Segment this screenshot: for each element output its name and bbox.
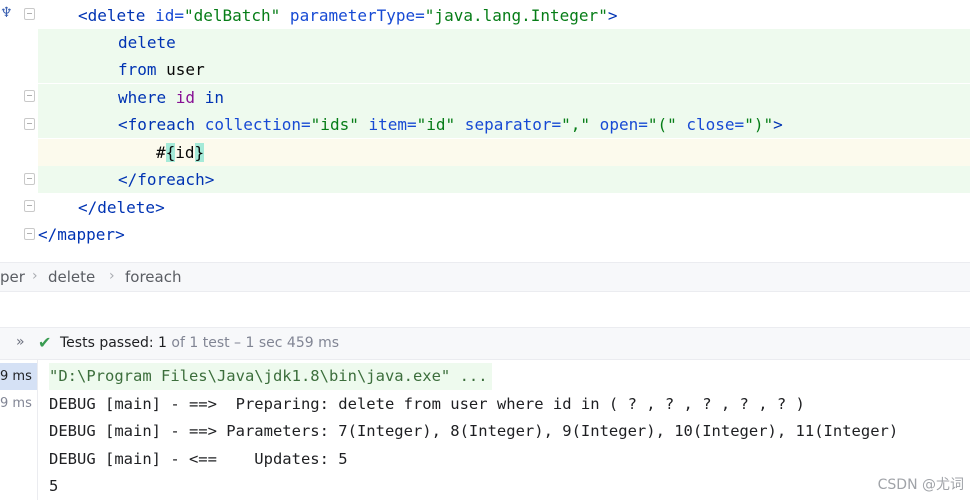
xml-attr: separator= xyxy=(455,115,562,134)
breadcrumb-item-mapper[interactable]: per xyxy=(0,268,25,286)
xml-attr: collection= xyxy=(204,115,311,134)
sql-keyword: where xyxy=(118,88,176,107)
code-line[interactable]: </mapper> xyxy=(38,221,125,248)
xml-value: ")" xyxy=(744,115,774,134)
console-line: DEBUG [main] - ==> Preparing: delete fro… xyxy=(49,395,805,413)
fold-marker-icon[interactable] xyxy=(24,173,35,185)
status-count: 1 xyxy=(158,335,167,351)
expand-chevron-icon[interactable]: » xyxy=(16,334,25,350)
code-line[interactable]: <foreach collection="ids" item="id" sepa… xyxy=(38,111,970,138)
console-output[interactable]: "D:\Program Files\Java\jdk1.8\bin\java.e… xyxy=(38,360,970,500)
xml-tag: </mapper> xyxy=(38,225,125,244)
run-toolbar: » ✔ Tests passed: 1 of 1 test – 1 sec 45… xyxy=(0,328,970,360)
matched-brace: { xyxy=(165,143,176,162)
status-label: Tests passed: xyxy=(60,335,159,351)
status-detail: of 1 test – 1 sec 459 ms xyxy=(166,335,340,351)
xml-tag: </foreach> xyxy=(118,170,215,189)
placeholder-hash: # xyxy=(156,143,166,162)
xml-attr: parameterType= xyxy=(280,6,425,25)
xml-value: "(" xyxy=(647,115,677,134)
sql-keyword: in xyxy=(195,88,224,107)
code-line[interactable]: where id in xyxy=(38,84,970,111)
test-status: Tests passed: 1 of 1 test – 1 sec 459 ms xyxy=(60,335,339,351)
placeholder-param: id xyxy=(175,143,195,162)
test-tree: 9 ms 9 ms xyxy=(0,360,38,500)
console-line: DEBUG [main] - ==> Parameters: 7(Integer… xyxy=(49,422,899,440)
editor-gutter: ♆ xyxy=(0,0,38,262)
console-command-line[interactable]: "D:\Program Files\Java\jdk1.8\bin\java.e… xyxy=(49,363,492,390)
fold-marker-icon[interactable] xyxy=(24,228,35,240)
xml-tag: <foreach xyxy=(118,115,205,134)
xml-value: "," xyxy=(561,115,591,134)
code-line-current[interactable]: #{id} xyxy=(38,139,970,166)
sql-column: id xyxy=(175,88,196,107)
code-editor[interactable]: ♆ <delete id="delBatch" parameterType="j… xyxy=(0,0,970,262)
xml-value: "java.lang.Integer" xyxy=(424,6,608,25)
xml-value: "ids" xyxy=(310,115,359,134)
fold-marker-icon[interactable] xyxy=(24,200,35,212)
sql-identifier: user xyxy=(156,60,205,79)
matched-brace: } xyxy=(194,143,205,162)
code-line[interactable]: </foreach> xyxy=(38,166,970,193)
console-line: 5 xyxy=(49,477,59,495)
mybatis-bird-icon: ♆ xyxy=(0,5,13,21)
watermark: CSDN @尤词 xyxy=(877,477,964,493)
fold-marker-icon[interactable] xyxy=(24,118,35,130)
xml-value: "delBatch" xyxy=(183,6,281,25)
xml-tag: > xyxy=(607,6,618,25)
console-line: DEBUG [main] - <== Updates: 5 xyxy=(49,450,348,468)
fold-marker-icon[interactable] xyxy=(24,90,35,102)
breadcrumb: per › delete › foreach xyxy=(0,262,970,292)
xml-tag: </delete> xyxy=(78,198,165,217)
code-line[interactable]: </delete> xyxy=(38,194,165,221)
sql-keyword: delete xyxy=(118,33,176,52)
breadcrumb-separator: › xyxy=(32,268,38,284)
code-line[interactable]: delete xyxy=(38,29,970,56)
panel-splitter[interactable] xyxy=(0,292,970,328)
sql-keyword: from xyxy=(118,60,157,79)
xml-attr: open= xyxy=(590,115,648,134)
breadcrumb-item-foreach[interactable]: foreach xyxy=(125,268,181,286)
test-tree-item[interactable]: 9 ms xyxy=(0,390,37,417)
xml-value: "id" xyxy=(416,115,456,134)
code-line[interactable]: <delete id="delBatch" parameterType="jav… xyxy=(38,2,617,29)
fold-marker-icon[interactable] xyxy=(24,8,35,20)
breadcrumb-item-delete[interactable]: delete xyxy=(48,268,95,286)
xml-attr: close= xyxy=(676,115,745,134)
xml-tag: > xyxy=(773,115,783,134)
breadcrumb-separator: › xyxy=(109,268,115,284)
xml-tag: <delete xyxy=(78,6,156,25)
xml-attr: item= xyxy=(358,115,417,134)
check-icon: ✔ xyxy=(38,333,52,352)
code-line[interactable]: from user xyxy=(38,56,970,83)
test-tree-item[interactable]: 9 ms xyxy=(0,363,37,390)
xml-attr: id= xyxy=(155,6,184,25)
